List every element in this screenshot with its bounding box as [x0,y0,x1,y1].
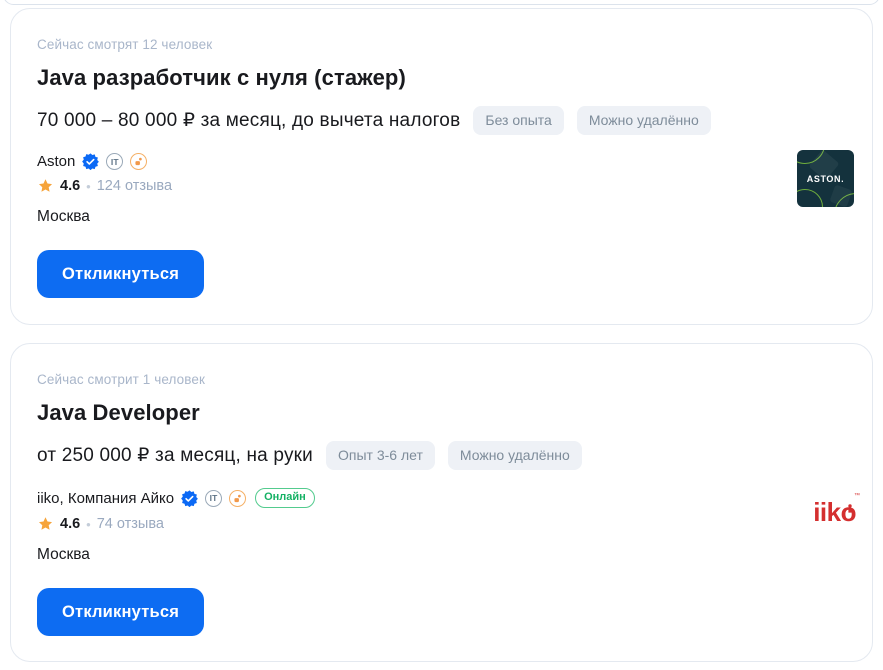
it-accreditation-badge[interactable]: IT [106,153,123,170]
experience-tag: Без опыта [473,106,563,135]
salary-row: 70 000 – 80 000 ₽ за месяц, до вычета на… [37,106,846,135]
salary-text: от 250 000 ₽ за месяц, на руки [37,444,313,467]
company-logo-aston[interactable]: ASTON. [797,150,854,207]
trademark-mark: ™ [854,493,860,499]
rating-row: 4.6 • 124 отзыва [37,178,846,194]
experience-tag: Опыт 3-6 лет [326,441,435,470]
previous-card-clipped-edge [3,0,880,5]
apply-button[interactable]: Откликнуться [37,250,204,298]
it-accreditation-badge[interactable]: IT [205,490,222,507]
dot-separator: • [86,517,91,532]
employer-rating-badge-icon[interactable] [130,153,147,170]
chef-figure-icon [846,491,854,517]
reviews-link[interactable]: 74 отзыва [97,516,164,532]
rating-value: 4.6 [60,178,80,194]
company-name-link[interactable]: Aston [37,153,75,170]
company-row: Aston IT [37,153,846,170]
location-text: Москва [37,208,846,226]
star-icon [37,516,54,532]
dot-separator: • [86,179,91,194]
online-status-badge: Онлайн [255,488,315,508]
remote-tag: Можно удалённо [448,441,582,470]
verified-badge-icon[interactable] [82,153,99,170]
logo-decor-circle [797,189,823,207]
watching-now-label: Сейчас смотрят 12 человек [37,37,846,52]
company-logo-iiko[interactable]: iiko ™ [813,499,856,525]
vacancy-title-link[interactable]: Java Developer [37,400,846,426]
reviews-link[interactable]: 124 отзыва [97,178,172,194]
vacancy-card-aston: Сейчас смотрят 12 человек Java разработч… [10,8,873,325]
salary-text: 70 000 – 80 000 ₽ за месяц, до вычета на… [37,109,460,132]
vacancy-card-iiko: Сейчас смотрит 1 человек Java Developer … [10,343,873,662]
rating-value: 4.6 [60,516,80,532]
watching-now-label: Сейчас смотрит 1 человек [37,372,846,387]
rating-row: 4.6 • 74 отзыва [37,516,846,532]
remote-tag: Можно удалённо [577,106,711,135]
company-row: iiko, Компания Айко IT Онлайн [37,488,846,508]
star-icon [37,178,54,194]
aston-logo-text: ASTON. [807,174,844,184]
salary-row: от 250 000 ₽ за месяц, на руки Опыт 3-6 … [37,441,846,470]
apply-button[interactable]: Откликнуться [37,588,204,636]
company-name-link[interactable]: iiko, Компания Айко [37,490,174,507]
location-text: Москва [37,546,846,564]
employer-rating-badge-icon[interactable] [229,490,246,507]
vacancy-title-link[interactable]: Java разработчик с нуля (стажер) [37,65,846,91]
vacancy-list-page: Сейчас смотрят 12 человек Java разработч… [0,0,883,670]
verified-badge-icon[interactable] [181,490,198,507]
